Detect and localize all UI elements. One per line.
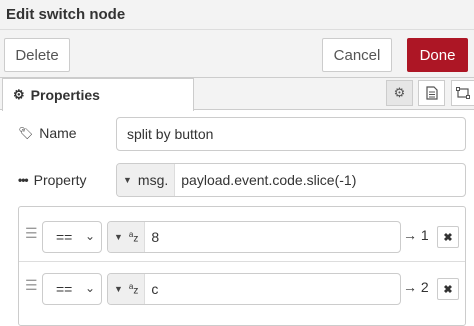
operator-value: == <box>56 281 73 297</box>
gear-icon: ⚙ <box>393 85 406 100</box>
operator-select[interactable]: == ⌄ <box>42 273 102 305</box>
rules-list: ☰ == ⌄ ▼ az 8 → 1 ✖ ☰ == ⌄ ▼ az c → 2 ✖ <box>18 206 466 326</box>
action-bar: Delete Cancel Done <box>0 30 474 78</box>
done-button[interactable]: Done <box>407 38 468 72</box>
rule-row: ☰ == ⌄ ▼ az 8 → 1 ✖ <box>19 212 465 262</box>
tag-icon: 🏷 <box>18 126 34 140</box>
az-string-icon: az <box>128 281 139 297</box>
drag-handle-icon[interactable]: ☰ <box>25 277 38 294</box>
remove-rule-button[interactable]: ✖ <box>437 278 459 300</box>
caret-down-icon: ▼ <box>114 232 123 242</box>
close-icon: ✖ <box>443 231 453 244</box>
caret-down-icon: ▼ <box>114 284 123 294</box>
output-port-label: → 2 <box>403 279 429 295</box>
description-tab-icon[interactable] <box>418 80 445 106</box>
ellipsis-icon: ••• <box>18 173 29 187</box>
document-icon <box>425 86 438 100</box>
drag-handle-icon[interactable]: ☰ <box>25 225 38 242</box>
rule-value-input[interactable]: ▼ az 8 <box>107 221 401 253</box>
name-input[interactable]: split by button <box>116 117 466 151</box>
rule-type-selector[interactable]: ▼ az <box>108 222 146 252</box>
property-type-label: msg. <box>137 172 169 188</box>
gear-icon: ⚙ <box>13 87 25 102</box>
property-label-text: Property <box>33 172 87 188</box>
rule-type-selector[interactable]: ▼ az <box>108 274 146 304</box>
node-settings-tab-icon[interactable]: ⚙ <box>386 80 413 106</box>
cancel-button[interactable]: Cancel <box>322 38 392 72</box>
close-icon: ✖ <box>443 283 453 296</box>
name-field-label: 🏷 Name <box>18 125 77 141</box>
delete-button[interactable]: Delete <box>4 38 70 72</box>
output-port-label: → 1 <box>403 227 429 243</box>
chevron-down-icon: ⌄ <box>84 281 95 295</box>
operator-select[interactable]: == ⌄ <box>42 221 102 253</box>
tab-properties[interactable]: ⚙ Properties <box>2 78 194 111</box>
name-label-text: Name <box>39 125 77 141</box>
rule-value[interactable]: 8 <box>145 222 159 252</box>
property-type-selector[interactable]: ▼ msg. <box>117 164 176 196</box>
property-typed-input[interactable]: ▼ msg. payload.event.code.slice(-1) <box>116 163 466 197</box>
az-string-icon: az <box>128 229 139 245</box>
rule-row: ☰ == ⌄ ▼ az c → 2 ✖ <box>19 264 465 314</box>
dialog-title: Edit switch node <box>0 0 474 30</box>
tab-properties-label: Properties <box>30 87 100 103</box>
rule-value-input[interactable]: ▼ az c <box>107 273 401 305</box>
operator-value: == <box>56 229 73 245</box>
property-field-label: ••• Property <box>18 172 87 188</box>
frame-icon <box>456 87 470 99</box>
chevron-down-icon: ⌄ <box>84 229 95 243</box>
remove-rule-button[interactable]: ✖ <box>437 226 459 248</box>
appearance-tab-icon[interactable] <box>451 80 474 106</box>
property-value[interactable]: payload.event.code.slice(-1) <box>175 164 356 196</box>
caret-down-icon: ▼ <box>123 175 132 185</box>
rule-value[interactable]: c <box>145 274 158 304</box>
